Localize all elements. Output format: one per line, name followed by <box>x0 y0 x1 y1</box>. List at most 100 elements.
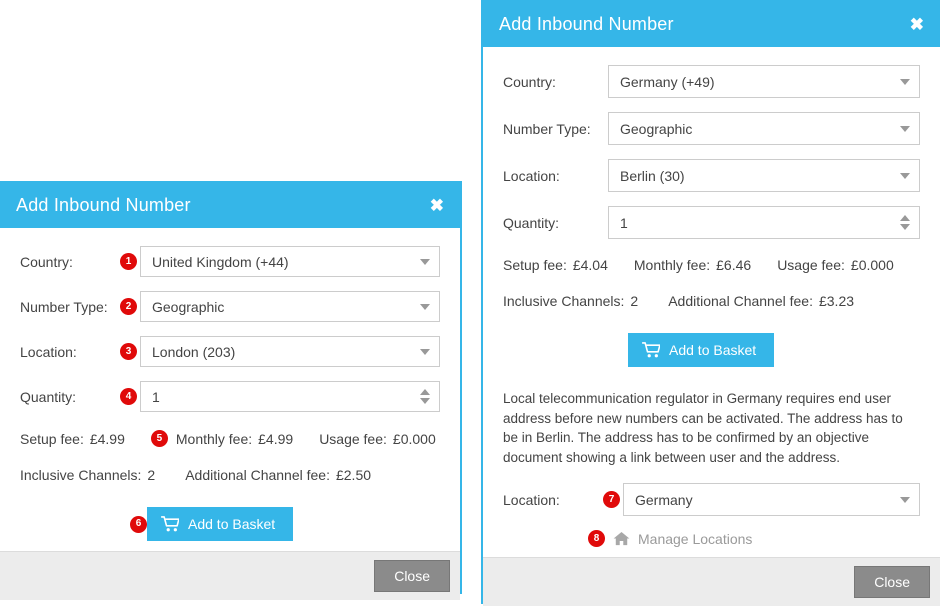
channel-summary-row: Inclusive Channels: 2 Additional Channel… <box>20 467 440 483</box>
number-type-select-value: Geographic <box>152 298 225 315</box>
manage-locations-label: Manage Locations <box>638 530 753 547</box>
quantity-label: Quantity: <box>503 214 560 231</box>
country-select[interactable]: Germany (+49) <box>608 65 920 98</box>
spinner-up-icon[interactable] <box>420 389 430 395</box>
close-button[interactable]: Close <box>854 566 930 599</box>
country-label: Country: <box>503 73 556 90</box>
badge-slot: 3 <box>120 343 140 360</box>
regulator-notice-text: Local telecommunication regulator in Ger… <box>503 391 903 465</box>
address-location-select-value: Germany <box>635 491 693 508</box>
chevron-down-icon <box>900 496 910 503</box>
close-button[interactable]: Close <box>374 560 450 592</box>
add-inbound-number-dialog-left: Add Inbound Number ✖ Country: 1 United K… <box>0 181 462 600</box>
step-badge-3: 3 <box>120 343 137 360</box>
location-select-value: Berlin (30) <box>620 167 685 184</box>
basket-row: 6 Add to Basket <box>20 507 440 541</box>
number-type-select[interactable]: Geographic <box>140 291 440 322</box>
country-label: Country: <box>20 253 73 270</box>
country-select[interactable]: United Kingdom (+44) <box>140 246 440 277</box>
badge-slot: 7 <box>603 491 623 509</box>
add-inbound-number-dialog-right: Add Inbound Number ✖ Country: Germany (+… <box>481 0 940 606</box>
number-type-select[interactable]: Geographic <box>608 112 920 145</box>
step-badge-4: 4 <box>120 388 137 405</box>
spinner-arrows-icon[interactable] <box>420 389 430 404</box>
number-type-label: Number Type: <box>503 120 591 137</box>
badge-slot: 1 <box>120 253 140 270</box>
quantity-stepper[interactable]: 1 <box>140 381 440 412</box>
location-select[interactable]: Berlin (30) <box>608 159 920 192</box>
dialog-header: Add Inbound Number ✖ <box>0 183 460 228</box>
additional-channel-fee-label: Additional Channel fee: <box>668 293 813 309</box>
field-row-location: Location: Berlin (30) <box>503 159 920 192</box>
spinner-down-icon[interactable] <box>900 224 910 230</box>
location-select[interactable]: London (203) <box>140 336 440 367</box>
spinner-down-icon[interactable] <box>420 398 430 404</box>
country-select-value: United Kingdom (+44) <box>152 253 289 270</box>
chevron-down-icon <box>420 303 430 310</box>
add-to-basket-label: Add to Basket <box>188 516 276 532</box>
dialog-body: Country: Germany (+49) Number Type: Geog… <box>483 47 940 558</box>
field-row-address-location: Location: 7 Germany <box>503 483 920 517</box>
chevron-down-icon <box>900 172 910 179</box>
inclusive-channels-label: Inclusive Channels: <box>503 293 625 309</box>
add-to-basket-button[interactable]: Add to Basket <box>628 333 775 367</box>
field-row-number-type: Number Type: Geographic <box>503 112 920 145</box>
quantity-value: 1 <box>620 214 628 231</box>
quantity-label: Quantity: <box>20 388 77 405</box>
location-label: Location: <box>20 343 77 360</box>
monthly-fee-label: Monthly fee: <box>633 257 711 273</box>
country-select-value: Germany (+49) <box>620 73 715 90</box>
field-row-quantity: Quantity: 4 1 <box>20 381 440 412</box>
monthly-fee-value: £6.46 <box>716 257 752 273</box>
spinner-up-icon[interactable] <box>900 215 910 221</box>
close-x-icon[interactable]: ✖ <box>430 197 444 214</box>
add-to-basket-label: Add to Basket <box>669 342 757 358</box>
field-row-country: Country: 1 United Kingdom (+44) <box>20 246 440 277</box>
location-label: Location: <box>503 167 560 184</box>
field-row-number-type: Number Type: 2 Geographic <box>20 291 440 322</box>
additional-channel-fee-label: Additional Channel fee: <box>185 467 330 483</box>
step-badge-8: 8 <box>588 530 605 548</box>
inclusive-channels-label: Inclusive Channels: <box>20 467 142 483</box>
chevron-down-icon <box>420 348 430 355</box>
dialog-body: Country: 1 United Kingdom (+44) Number T… <box>0 228 460 551</box>
spinner-arrows-icon[interactable] <box>900 215 910 230</box>
fee-summary-row: Setup fee: £4.99 5 Monthly fee: £4.99 Us… <box>20 430 440 447</box>
step-badge-5: 5 <box>150 430 168 447</box>
setup-fee-label: Setup fee: <box>503 257 567 273</box>
chevron-down-icon <box>900 125 910 132</box>
location-select-value: London (203) <box>152 343 236 360</box>
chevron-down-icon <box>420 258 430 265</box>
dialog-title: Add Inbound Number <box>499 14 674 34</box>
field-row-country: Country: Germany (+49) <box>503 65 920 98</box>
basket-row: Add to Basket <box>503 333 920 367</box>
monthly-fee-value: £4.99 <box>258 430 294 447</box>
field-row-location: Location: 3 London (203) <box>20 336 440 367</box>
setup-fee-value: £4.99 <box>89 430 125 447</box>
shopping-cart-icon <box>642 342 660 358</box>
step-badge-1: 1 <box>120 253 137 270</box>
quantity-stepper[interactable]: 1 <box>608 206 920 239</box>
address-location-select[interactable]: Germany <box>623 483 920 517</box>
usage-fee-value: £0.000 <box>850 257 894 273</box>
channel-summary-row: Inclusive Channels: 2 Additional Channel… <box>503 293 920 309</box>
address-location-label: Location: <box>503 491 560 508</box>
shopping-cart-icon <box>161 516 179 532</box>
number-type-select-value: Geographic <box>620 120 693 137</box>
close-x-icon[interactable]: ✖ <box>910 16 924 33</box>
additional-channel-fee-value: £2.50 <box>335 467 372 483</box>
dialog-footer: Close <box>0 551 460 600</box>
manage-locations-link[interactable]: Manage Locations <box>613 531 752 547</box>
fee-summary-row: Setup fee: £4.04 Monthly fee: £6.46 Usag… <box>503 257 920 273</box>
add-to-basket-button[interactable]: Add to Basket <box>147 507 294 541</box>
usage-fee-label: Usage fee: <box>777 257 845 273</box>
usage-fee-label: Usage fee: <box>319 430 387 447</box>
additional-channel-fee-value: £3.23 <box>818 293 855 309</box>
inclusive-channels-value: 2 <box>630 293 639 309</box>
inclusive-channels-value: 2 <box>147 467 156 483</box>
quantity-value: 1 <box>152 388 160 405</box>
setup-fee-value: £4.04 <box>572 257 608 273</box>
manage-locations-row: 8 Manage Locations <box>503 530 920 548</box>
dialog-footer: Close <box>483 557 940 606</box>
setup-fee-label: Setup fee: <box>20 430 84 447</box>
